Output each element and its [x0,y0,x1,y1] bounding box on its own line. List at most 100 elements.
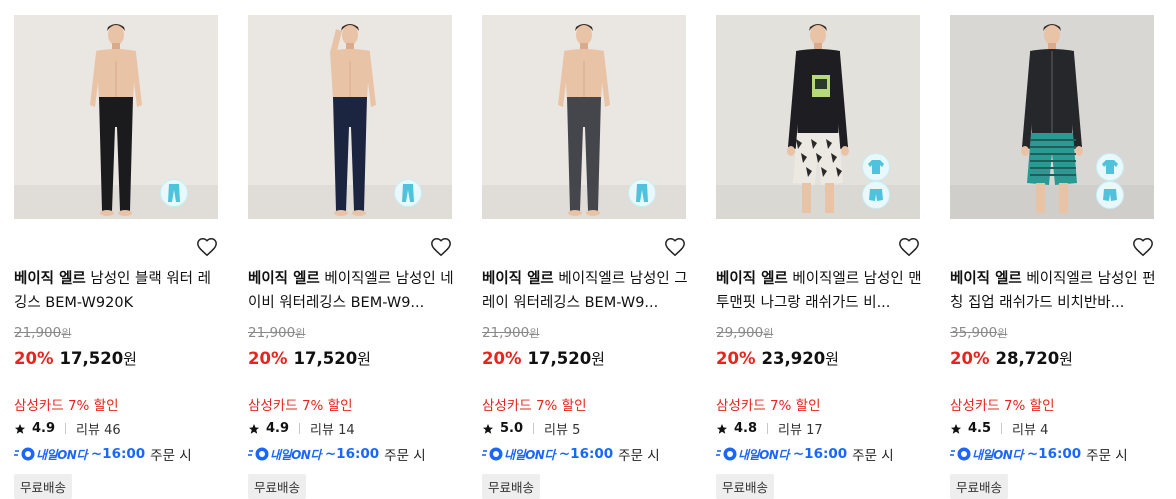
heart-icon[interactable] [664,236,686,258]
delivery-truck-icon [716,447,737,461]
discount-rate: 20% [14,349,54,368]
delivery-suffix: 주문 시 [618,448,660,464]
free-shipping-tag: 무료배송 [716,474,775,499]
pants-icon[interactable] [160,179,188,207]
pants-icon[interactable] [628,179,656,207]
delivery-info: 내일ON다 ~16:00 주문 시 [14,444,192,464]
rating-score: 4.9 [266,421,290,436]
delivery-time: ~16:00 [324,446,380,462]
heart-icon[interactable] [196,236,218,258]
card-discount: 삼성카드 7% 할인 [14,398,119,414]
divider [533,423,535,434]
review-count[interactable]: 리뷰 5 [544,419,580,438]
heart-icon[interactable] [898,236,920,258]
shorts-icon[interactable] [862,181,890,209]
star-icon [717,423,727,434]
discount-rate: 20% [950,349,990,368]
product-image[interactable] [14,15,218,219]
delivery-badge: 내일ON다 [716,446,789,463]
product-card[interactable]: 베이직 엘르 베이직엘르 남성인 맨투맨핏 나그랑 래쉬가드 비... 29,9… [716,15,922,499]
original-price: 35,900원 [950,325,1008,341]
delivery-info: 내일ON다 ~16:00 주문 시 [950,444,1128,464]
free-shipping-tag: 무료배송 [482,474,541,499]
product-image[interactable] [950,15,1154,219]
star-icon [15,423,25,434]
review-count[interactable]: 리뷰 14 [310,419,355,438]
product-title[interactable]: 베이직 엘르 베이직엘르 남성인 펀칭 집업 래쉬가드 비치반바... [950,267,1156,315]
divider [767,423,769,434]
review-count[interactable]: 리뷰 17 [778,419,823,438]
delivery-badge: 내일ON다 [482,446,555,463]
brand-name: 베이직 엘르 [716,271,788,287]
star-icon [951,423,961,434]
heart-icon[interactable] [430,236,452,258]
review-count[interactable]: 리뷰 46 [76,419,121,438]
star-icon [249,423,259,434]
delivery-suffix: 주문 시 [150,448,192,464]
product-image[interactable] [482,15,686,219]
rating-row: 4.9 리뷰 14 [248,419,355,438]
delivery-info: 내일ON다 ~16:00 주문 시 [248,444,426,464]
brand-name: 베이직 엘르 [14,271,86,287]
delivery-info: 내일ON다 ~16:00 주문 시 [482,444,660,464]
brand-name: 베이직 엘르 [482,271,554,287]
review-count[interactable]: 리뷰 4 [1012,419,1048,438]
product-card[interactable]: 베이직 엘르 베이직엘르 남성인 네이비 워터레깅스 BEM-W9... 21,… [248,15,454,499]
sale-price: 20% 17,520원 [248,349,371,368]
delivery-suffix: 주문 시 [852,448,894,464]
original-price: 21,900원 [14,325,72,341]
delivery-time: ~16:00 [792,446,848,462]
free-shipping-tag: 무료배송 [14,474,73,499]
product-image[interactable] [716,15,920,219]
product-title[interactable]: 베이직 엘르 베이직엘르 남성인 그레이 워터레깅스 BEM-W9... [482,267,688,315]
delivery-truck-icon [248,447,269,461]
delivery-badge: 내일ON다 [248,446,321,463]
card-discount: 삼성카드 7% 할인 [248,398,353,414]
shirt-icon[interactable] [862,153,890,181]
product-title[interactable]: 베이직 엘르 남성인 블랙 워터 레깅스 BEM-W920K [14,267,220,315]
discount-rate: 20% [482,349,522,368]
rating-row: 4.8 리뷰 17 [716,419,823,438]
product-image[interactable] [248,15,452,219]
shirt-icon[interactable] [1096,153,1124,181]
pants-icon[interactable] [394,179,422,207]
delivery-suffix: 주문 시 [1086,448,1128,464]
delivery-suffix: 주문 시 [384,448,426,464]
delivery-info: 내일ON다 ~16:00 주문 시 [716,444,894,464]
delivery-time: ~16:00 [90,446,146,462]
card-discount: 삼성카드 7% 할인 [950,398,1055,414]
free-shipping-tag: 무료배송 [248,474,307,499]
rating-row: 4.5 리뷰 4 [950,419,1048,438]
original-price: 29,900원 [716,325,774,341]
heart-icon[interactable] [1132,236,1154,258]
original-price: 21,900원 [248,325,306,341]
discount-rate: 20% [716,349,756,368]
brand-name: 베이직 엘르 [248,271,320,287]
divider [1001,423,1003,434]
product-card[interactable]: 베이직 엘르 베이직엘르 남성인 펀칭 집업 래쉬가드 비치반바... 35,9… [950,15,1156,499]
original-price: 21,900원 [482,325,540,341]
discount-rate: 20% [248,349,288,368]
product-title[interactable]: 베이직 엘르 베이직엘르 남성인 네이비 워터레깅스 BEM-W9... [248,267,454,315]
product-card[interactable]: 베이직 엘르 베이직엘르 남성인 그레이 워터레깅스 BEM-W9... 21,… [482,15,688,499]
rating-row: 4.9 리뷰 46 [14,419,121,438]
rating-score: 4.9 [32,421,56,436]
rating-row: 5.0 리뷰 5 [482,419,580,438]
star-icon [483,423,493,434]
sale-price: 20% 28,720원 [950,349,1073,368]
delivery-truck-icon [950,447,971,461]
product-card[interactable]: 베이직 엘르 남성인 블랙 워터 레깅스 BEM-W920K 21,900원 2… [14,15,220,499]
rating-score: 4.8 [734,421,758,436]
shorts-icon[interactable] [1096,181,1124,209]
sale-price: 20% 17,520원 [482,349,605,368]
product-title[interactable]: 베이직 엘르 베이직엘르 남성인 맨투맨핏 나그랑 래쉬가드 비... [716,267,922,315]
card-discount: 삼성카드 7% 할인 [482,398,587,414]
delivery-time: ~16:00 [558,446,614,462]
rating-score: 4.5 [968,421,992,436]
delivery-time: ~16:00 [1026,446,1082,462]
delivery-truck-icon [482,447,503,461]
delivery-badge: 내일ON다 [14,446,87,463]
product-grid: 베이직 엘르 남성인 블랙 워터 레깅스 BEM-W920K 21,900원 2… [0,0,1176,499]
card-discount: 삼성카드 7% 할인 [716,398,821,414]
delivery-truck-icon [14,447,35,461]
